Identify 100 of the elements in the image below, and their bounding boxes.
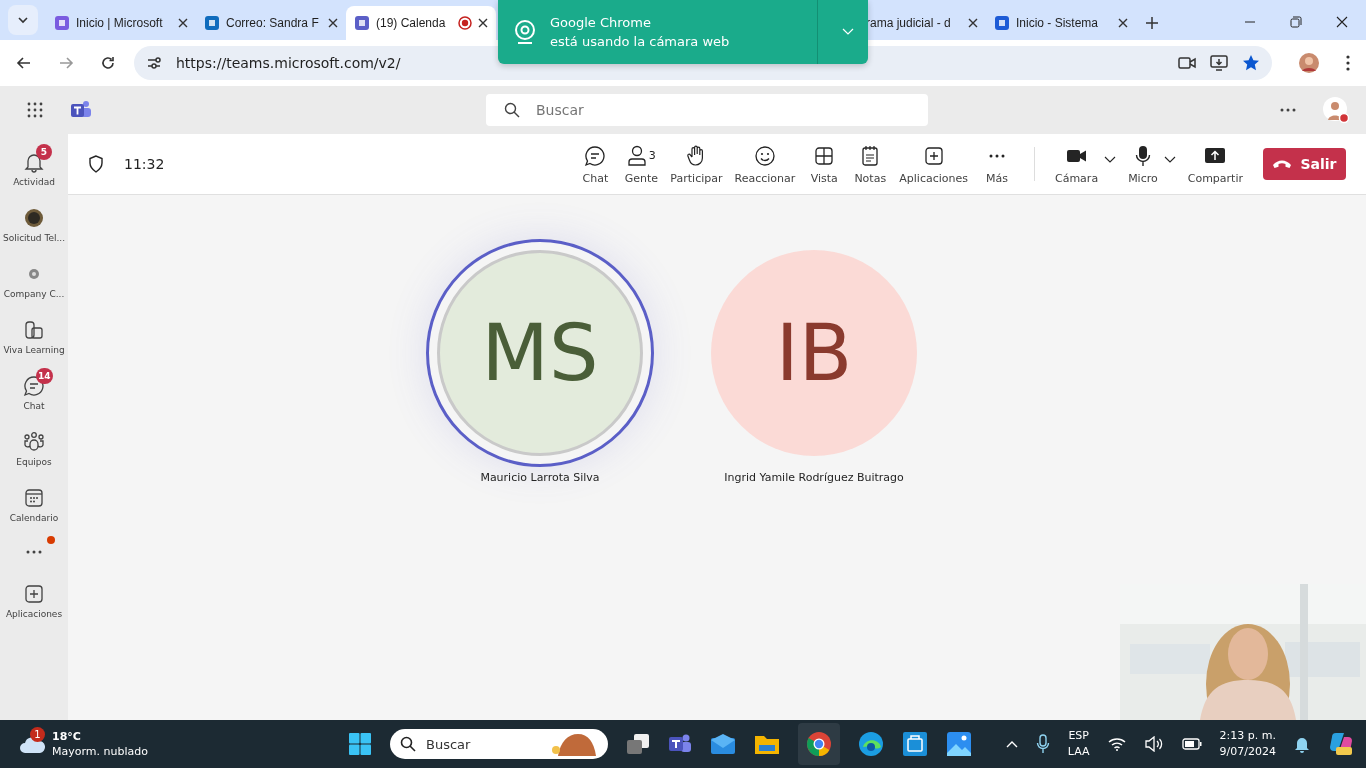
- book-icon: [23, 318, 45, 341]
- participant-name: Ingrid Yamile Rodríguez Buitrago: [724, 471, 904, 484]
- sidebar-label: Equipos: [16, 456, 52, 467]
- language-indicator[interactable]: ESP LAA: [1067, 728, 1090, 760]
- browser-tab[interactable]: Inicio | Microsoft: [46, 6, 196, 40]
- smiley-icon: [753, 144, 776, 167]
- speaker-icon[interactable]: [1143, 736, 1164, 752]
- person-icon: [626, 144, 647, 167]
- close-icon[interactable]: [1118, 18, 1128, 28]
- search-icon: [400, 736, 416, 752]
- browser-tab[interactable]: (19) Calenda: [346, 6, 496, 40]
- camera-icon: [1065, 147, 1088, 164]
- profile-avatar[interactable]: [1298, 52, 1320, 74]
- camera-icon[interactable]: [1178, 56, 1196, 70]
- bell-icon[interactable]: [1294, 735, 1310, 753]
- tab-search-button[interactable]: [8, 5, 38, 35]
- count-badge: 5: [36, 143, 52, 160]
- site-icon: [354, 15, 370, 31]
- microphone-icon[interactable]: [1035, 734, 1050, 754]
- toolbar-button[interactable]: Notas: [847, 143, 894, 185]
- caret-icon[interactable]: [1104, 156, 1117, 164]
- leave-button[interactable]: Salir: [1263, 148, 1346, 180]
- folder-icon[interactable]: [754, 733, 780, 755]
- wifi-icon[interactable]: [1107, 737, 1126, 751]
- count-badge: 1: [30, 727, 45, 742]
- site-icon: [994, 15, 1010, 31]
- taskbar-search-field[interactable]: Buscar: [390, 729, 608, 759]
- close-icon[interactable]: [178, 18, 188, 28]
- windows-start-icon[interactable]: [348, 732, 372, 756]
- count-badge: 14: [36, 367, 53, 384]
- calendar-icon: [24, 487, 44, 508]
- sidebar-item[interactable]: Viva Learning: [0, 308, 68, 364]
- device-button[interactable]: Cámara: [1049, 143, 1123, 185]
- sidebar-item[interactable]: Company C...: [0, 252, 68, 308]
- sidebar-label: Calendario: [9, 512, 59, 523]
- edge-icon[interactable]: [858, 731, 884, 757]
- app-launcher-icon[interactable]: [26, 101, 44, 119]
- browser-tab[interactable]: Correo: Sandra F: [196, 6, 346, 40]
- sidebar-item[interactable]: Aplicaciones: [0, 572, 68, 628]
- site-icon: [204, 15, 220, 31]
- reload-icon[interactable]: [100, 55, 116, 71]
- device-button[interactable]: Micro: [1122, 143, 1182, 185]
- caret-icon[interactable]: [1163, 156, 1176, 164]
- chrome-icon[interactable]: [798, 723, 840, 765]
- chevron-icon: [17, 16, 29, 24]
- battery-icon[interactable]: [1181, 738, 1202, 750]
- star-icon[interactable]: [1242, 54, 1260, 72]
- toolbar-button[interactable]: Más: [974, 143, 1020, 185]
- install-icon[interactable]: [1210, 55, 1228, 71]
- task-view-icon[interactable]: [626, 733, 650, 755]
- site-icon: [54, 15, 70, 31]
- close-icon[interactable]: [968, 18, 978, 28]
- toolbar-button[interactable]: Participar: [664, 143, 729, 185]
- sidebar-item[interactable]: Calendario: [0, 476, 68, 532]
- share-icon: [1204, 146, 1227, 165]
- toolbar-button[interactable]: Reaccionar: [728, 143, 802, 185]
- chevron-icon[interactable]: [842, 28, 854, 36]
- gear-icon: [28, 267, 40, 280]
- new-tab-icon[interactable]: [1146, 17, 1158, 29]
- more-icon[interactable]: [1280, 108, 1296, 112]
- sidebar-item[interactable]: Solicitud Tel...: [0, 196, 68, 252]
- sidebar-item[interactable]: Equipos: [0, 420, 68, 476]
- more-icon: [988, 153, 1006, 158]
- add-icon: [923, 145, 944, 166]
- weather-widget[interactable]: 1 18°C Mayorm. nublado: [18, 729, 348, 759]
- grid-icon: [814, 145, 835, 166]
- copilot-icon[interactable]: [1328, 731, 1354, 757]
- back-icon[interactable]: [16, 55, 32, 71]
- more-icon: [25, 550, 43, 554]
- menu-icon[interactable]: [1346, 55, 1350, 71]
- toolbar-button[interactable]: Aplicaciones: [893, 143, 974, 185]
- close-icon[interactable]: [478, 18, 488, 28]
- chevron-up-icon[interactable]: [1005, 740, 1018, 748]
- phone-icon: [1272, 159, 1293, 169]
- photos-icon[interactable]: [946, 731, 972, 757]
- weather-text: Mayorm. nublado: [52, 744, 148, 759]
- sidebar-label: Chat: [23, 400, 45, 411]
- sidebar-label: Viva Learning: [3, 344, 65, 355]
- clock[interactable]: 2:13 p. m. 9/07/2024: [1219, 728, 1276, 760]
- rock-icon: [550, 732, 598, 756]
- mail-icon[interactable]: [710, 733, 736, 755]
- toolbar-button[interactable]: Chat: [572, 143, 619, 185]
- chat-icon: [584, 144, 607, 167]
- share-button[interactable]: Compartir: [1181, 143, 1249, 185]
- site-settings-icon[interactable]: [146, 55, 162, 71]
- close-icon[interactable]: [328, 18, 338, 28]
- temperature: 18°C: [52, 729, 82, 744]
- forward-icon[interactable]: [58, 55, 74, 71]
- toolbar-button[interactable]: Vista: [801, 143, 848, 185]
- search-field[interactable]: Buscar: [486, 94, 928, 126]
- user-avatar[interactable]: [1322, 96, 1350, 124]
- add-icon: [24, 583, 44, 604]
- store-icon[interactable]: [902, 731, 928, 757]
- microphone-icon: [1134, 144, 1151, 167]
- restore-icon[interactable]: [1290, 16, 1302, 28]
- sidebar-item[interactable]: 5 Actividad: [0, 140, 68, 196]
- browser-tab[interactable]: Inicio - Sistema: [986, 6, 1136, 40]
- toolbar-button[interactable]: 3 Gente: [618, 143, 665, 185]
- sidebar-item[interactable]: 14 Chat: [0, 364, 68, 420]
- close-icon[interactable]: [1336, 16, 1348, 28]
